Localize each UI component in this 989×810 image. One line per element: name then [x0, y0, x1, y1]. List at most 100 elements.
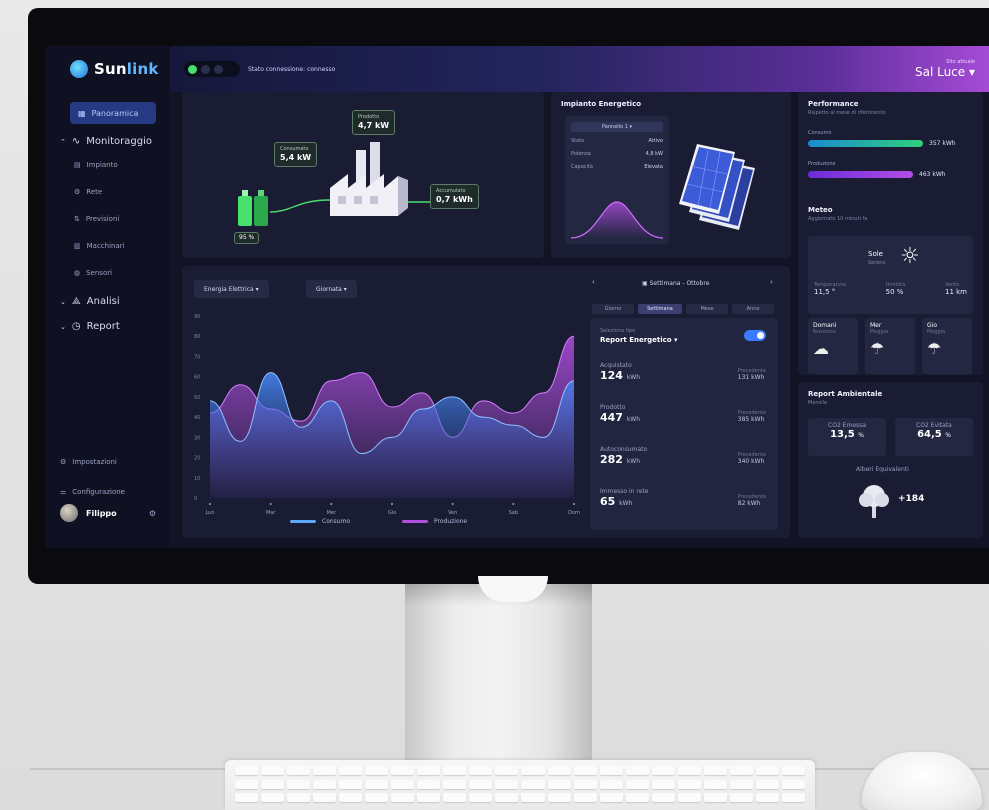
y-tick-label: 80 [194, 334, 200, 340]
solar-icon: ▤ [74, 161, 81, 169]
impianto-energetico-panel: Impianto Energetico Pannello 1 ▾ Stato At… [551, 92, 791, 258]
sidebar-item-panoramica[interactable]: ▦ Panoramica [70, 102, 156, 124]
panel-title: Meteo [808, 206, 833, 214]
energy-chart-panel: Energia Elettrica ▾ Giornata ▾ ‹ ▣ Setti… [182, 266, 790, 538]
report-type-selector[interactable]: Report Energetico ▾ [600, 336, 768, 344]
key [729, 793, 753, 803]
energy-type-dropdown[interactable]: Energia Elettrica ▾ [194, 280, 269, 298]
range-tab[interactable]: Mese [686, 304, 728, 314]
key [573, 779, 597, 789]
report-row-previous: Precedente 131 kWh [737, 368, 766, 381]
key [313, 793, 337, 803]
meteo-panel: Meteo Aggiornato 10 minuti fa Sole Seren… [798, 198, 983, 375]
sidebar-item-impianto[interactable]: ▤ Impianto [74, 161, 160, 169]
rain-cloud-icon: ☂ [870, 339, 885, 358]
gear-icon[interactable]: ⚙ [149, 509, 156, 518]
y-tick-label: 20 [194, 456, 200, 462]
report-row-previous: Precedente 82 kWh [737, 494, 766, 507]
prev-period-icon[interactable]: ‹ [592, 278, 595, 286]
meteo-stat: Vento 11 km [944, 282, 967, 296]
key [261, 766, 285, 775]
keyboard [225, 760, 815, 810]
sidebar-item-macchinari[interactable]: ▥ Macchinari [74, 242, 160, 250]
sidebar: Sunlink ▦ Panoramica ⌃ ∿ Monitoraggio ▤ I… [46, 46, 170, 548]
sidebar-item-label: Macchinari [86, 242, 125, 250]
rain-cloud-icon: ☂ [927, 339, 942, 358]
user-name: Filippo [86, 508, 117, 518]
forecast-day[interactable]: Gio Pioggia ☂ [922, 318, 972, 374]
factory-icon [330, 142, 408, 216]
avatar [60, 504, 78, 522]
sidebar-item-label: Previsioni [85, 215, 120, 223]
y-tick-label: 60 [194, 375, 200, 381]
sidebar-group-report[interactable]: ⌄ ◷ Report [60, 321, 160, 332]
key [573, 793, 597, 803]
sidebar-item-label: Impostazioni [72, 458, 117, 466]
sidebar-item-sensori[interactable]: ◍ Sensori [74, 269, 160, 277]
chart-icon: ⟁ [71, 296, 81, 307]
clock-icon: ◷ [71, 321, 81, 332]
sidebar-group-analisi[interactable]: ⌄ ⟁ Analisi [60, 296, 160, 307]
perf-value: 463 kWh [919, 171, 946, 178]
pannello-selector[interactable]: Pannello 1 ▾ [571, 122, 663, 132]
forecast-day[interactable]: Domani Nuvoloso ☁ [808, 318, 858, 374]
kv-row: Stato Attivo [571, 138, 663, 144]
next-period-icon[interactable]: › [770, 278, 773, 286]
x-tick-label: Mar [266, 510, 276, 516]
x-tick-dot [391, 503, 393, 505]
key [417, 766, 441, 775]
range-tab[interactable]: Anno [732, 304, 774, 314]
x-tick-label: Dom [568, 510, 580, 516]
report-row: Prodotto 447 kWh [600, 404, 641, 424]
sidebar-item-impostazioni[interactable]: ⚙ Impostazioni [60, 458, 117, 466]
sidebar-item-rete[interactable]: ⚙ Rete [74, 188, 160, 196]
report-toggle[interactable] [744, 330, 766, 341]
site-selector[interactable]: Sito attuale Sal Luce ▾ [915, 59, 975, 79]
key [313, 766, 337, 775]
sidebar-group-label: Analisi [86, 296, 120, 307]
key [235, 779, 259, 789]
sidebar-item-configurazione[interactable]: ⚌ Configurazione [60, 488, 125, 496]
key [417, 793, 441, 803]
forecast-day[interactable]: Mer Pioggia ☂ [865, 318, 915, 374]
energy-area-chart: 0 10 20 30 40 50 60 70 80 90 Lun Mar Mer Gio Ven Sab Dom [194, 314, 580, 516]
period-dropdown[interactable]: Giornata ▾ [306, 280, 357, 298]
prodotto-tag: Prodotto 4,7 kW [352, 110, 396, 135]
panel-subtitle: Mensile [808, 400, 828, 406]
key [339, 766, 363, 775]
report-row: Immesso in rete 65 kWh [600, 488, 649, 508]
key [651, 766, 675, 775]
brand[interactable]: Sunlink [70, 60, 160, 78]
key [521, 766, 545, 775]
y-tick-label: 40 [194, 415, 200, 421]
key [703, 793, 727, 803]
sunlink-logo-icon [70, 60, 88, 78]
key [625, 766, 649, 775]
range-tab[interactable]: Settimana [638, 304, 682, 314]
sidebar-group-monitoraggio[interactable]: ⌃ ∿ Monitoraggio [60, 136, 160, 147]
report-row: Acquistato 124 kWh [600, 362, 641, 382]
perf-value: 357 kWh [929, 140, 956, 147]
report-row-previous: Precedente 340 kWh [737, 452, 766, 465]
brand-name: Sunlink [94, 60, 159, 78]
key [287, 779, 311, 789]
top-bar: Stato connessione: connesso Sito attuale… [170, 46, 989, 92]
report-row: Autoconsumato 282 kWh [600, 446, 648, 466]
key [495, 766, 519, 775]
x-tick-dot [451, 503, 454, 505]
user-profile[interactable]: Filippo ⚙ [60, 504, 156, 522]
legend-label: Produzione [434, 518, 468, 525]
x-tick-label: Sab [509, 510, 518, 516]
key [235, 793, 259, 803]
meteo-stat: Umidità 50 % [885, 282, 906, 296]
key [391, 779, 415, 789]
legend-label: Consumo [322, 518, 351, 525]
key [469, 779, 493, 789]
key [417, 779, 441, 789]
battery-percentage: 95 % [234, 232, 260, 244]
key [781, 766, 805, 775]
sidebar-item-previsioni[interactable]: ⇅ Previsioni [74, 215, 160, 223]
range-tab[interactable]: Giorno [592, 304, 634, 314]
key [599, 766, 623, 775]
connection-toggle[interactable] [184, 61, 240, 77]
